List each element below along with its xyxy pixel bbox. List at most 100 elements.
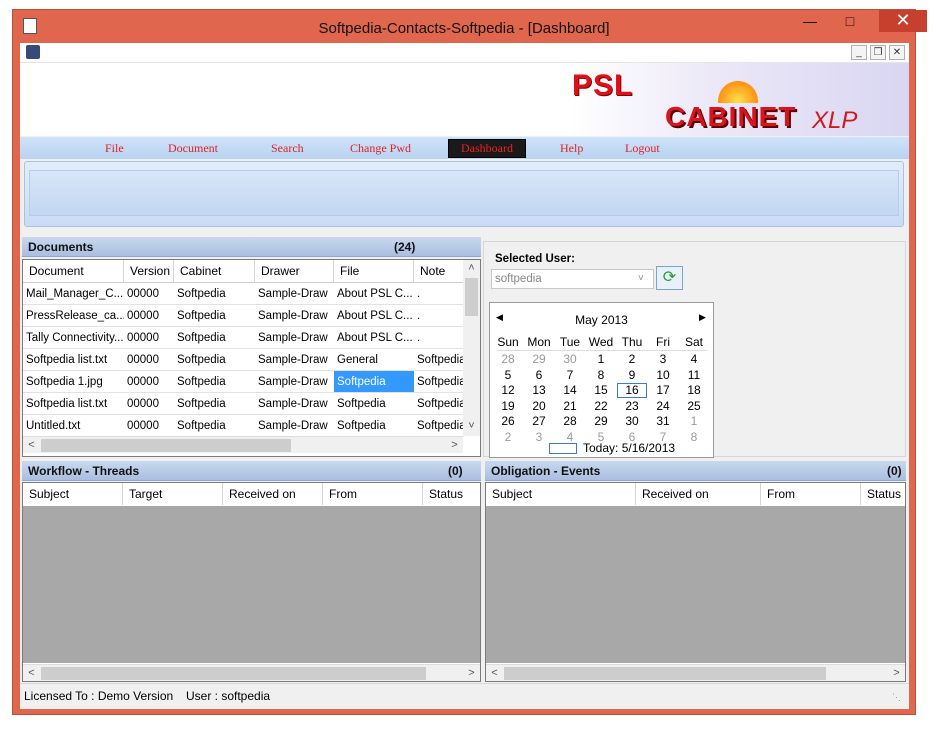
calendar-day[interactable]: 30 bbox=[555, 352, 585, 367]
menu-search[interactable]: Search bbox=[271, 141, 304, 156]
menu-change-pwd[interactable]: Change Pwd bbox=[350, 141, 411, 156]
calendar-day[interactable]: 2 bbox=[493, 430, 523, 445]
ob-col-received[interactable]: Received on bbox=[636, 483, 761, 505]
calendar-day[interactable]: 27 bbox=[524, 414, 554, 429]
scroll-down-icon[interactable]: ˅ bbox=[463, 418, 480, 435]
table-cell[interactable]: 00000 bbox=[124, 283, 174, 305]
col-cabinet[interactable]: Cabinet bbox=[174, 260, 255, 282]
table-cell[interactable]: Softpedia bbox=[414, 349, 464, 371]
menu-dashboard[interactable]: Dashboard bbox=[448, 139, 526, 158]
table-cell[interactable]: Sample-Draw bbox=[255, 393, 334, 415]
menu-logout[interactable]: Logout bbox=[625, 141, 660, 156]
table-cell[interactable]: About PSL C... bbox=[334, 305, 414, 327]
calendar-day[interactable]: 11 bbox=[679, 368, 709, 383]
calendar-day[interactable]: 10 bbox=[648, 368, 678, 383]
table-cell[interactable]: Sample-Draw bbox=[255, 305, 334, 327]
table-cell[interactable]: 00000 bbox=[124, 305, 174, 327]
calendar-day[interactable]: 14 bbox=[555, 383, 585, 398]
scroll-left-icon[interactable]: < bbox=[23, 437, 40, 454]
scroll-right-icon[interactable]: > bbox=[463, 665, 480, 682]
table-cell[interactable]: Softpedia bbox=[174, 349, 255, 371]
wf-col-from[interactable]: From bbox=[323, 483, 423, 505]
table-cell[interactable]: Softpedia list.txt bbox=[23, 349, 124, 371]
table-cell[interactable]: Softpedia bbox=[174, 305, 255, 327]
table-cell[interactable]: Sample-Draw bbox=[255, 415, 334, 437]
calendar-day[interactable]: 28 bbox=[493, 352, 523, 367]
calendar-day[interactable]: 20 bbox=[524, 399, 554, 414]
table-row[interactable]: Softpedia 1.jpg 00000 Softpedia Sample-Draw… bbox=[23, 371, 464, 393]
calendar-day[interactable]: 8 bbox=[679, 430, 709, 445]
today-label[interactable]: Today: 5/16/2013 bbox=[583, 441, 675, 455]
table-cell[interactable]: About PSL C... bbox=[334, 327, 414, 349]
calendar-day[interactable]: 19 bbox=[493, 399, 523, 414]
table-row[interactable]: PressRelease_ca... 00000 Softpedia Sample-D… bbox=[23, 305, 464, 327]
table-row[interactable]: Softpedia list.txt 00000 Softpedia Sample-D… bbox=[23, 349, 464, 371]
table-cell[interactable]: 00000 bbox=[124, 415, 174, 437]
table-cell[interactable]: 00000 bbox=[124, 393, 174, 415]
chevron-down-icon[interactable]: ˅ bbox=[638, 270, 644, 288]
child-restore-button[interactable]: ❐ bbox=[870, 45, 886, 60]
scroll-right-icon[interactable]: > bbox=[888, 665, 905, 682]
refresh-icon[interactable]: ⟳ bbox=[656, 266, 683, 290]
table-cell[interactable]: Mail_Manager_C... bbox=[23, 283, 124, 305]
col-version[interactable]: Version bbox=[124, 260, 174, 282]
calendar-day[interactable]: 3 bbox=[648, 352, 678, 367]
menu-document[interactable]: Document bbox=[168, 141, 218, 156]
table-cell[interactable]: Softpedia bbox=[174, 393, 255, 415]
maximize-button[interactable]: □ bbox=[835, 10, 865, 32]
table-cell[interactable]: Tally Connectivity... bbox=[23, 327, 124, 349]
table-cell[interactable]: Softpedia list.txt bbox=[23, 393, 124, 415]
calendar-day[interactable]: 21 bbox=[555, 399, 585, 414]
calendar-day[interactable]: 9 bbox=[617, 368, 647, 383]
table-cell[interactable]: General bbox=[334, 349, 414, 371]
obligation-hscroll[interactable]: < > bbox=[486, 664, 905, 681]
table-cell[interactable]: Softpedia bbox=[334, 393, 414, 415]
table-cell[interactable]: . bbox=[414, 305, 464, 327]
calendar-day[interactable]: 25 bbox=[679, 399, 709, 414]
calendar-day[interactable]: 15 bbox=[586, 383, 616, 398]
table-cell[interactable]: Softpedia bbox=[414, 415, 464, 437]
calendar-day[interactable]: 24 bbox=[648, 399, 678, 414]
calendar-day[interactable]: 4 bbox=[679, 352, 709, 367]
col-file[interactable]: File bbox=[334, 260, 414, 282]
child-window-icon[interactable] bbox=[26, 45, 40, 59]
documents-hscroll[interactable]: < > bbox=[23, 436, 463, 453]
calendar-day[interactable]: 30 bbox=[617, 414, 647, 429]
calendar-day[interactable]: 29 bbox=[524, 352, 554, 367]
col-drawer[interactable]: Drawer bbox=[255, 260, 334, 282]
table-cell[interactable]: Softpedia bbox=[174, 283, 255, 305]
table-cell[interactable]: . bbox=[414, 283, 464, 305]
col-note[interactable]: Note bbox=[414, 260, 464, 282]
minimize-button[interactable]: — bbox=[795, 10, 825, 32]
calendar-day[interactable]: 23 bbox=[617, 399, 647, 414]
wf-col-status[interactable]: Status bbox=[423, 483, 480, 505]
menu-file[interactable]: File bbox=[105, 141, 124, 156]
calendar-day[interactable]: 16 bbox=[617, 383, 647, 398]
table-cell[interactable]: Untitled.txt bbox=[23, 415, 124, 437]
calendar-day[interactable]: 5 bbox=[493, 368, 523, 383]
calendar-day[interactable]: 1 bbox=[679, 414, 709, 429]
table-cell[interactable]: 00000 bbox=[124, 371, 174, 393]
table-row[interactable]: Softpedia list.txt 00000 Softpedia Sample-D… bbox=[23, 393, 464, 415]
documents-vscroll[interactable]: ˄ ˅ bbox=[463, 260, 480, 436]
table-cell[interactable]: Sample-Draw bbox=[255, 327, 334, 349]
table-cell[interactable]: PressRelease_ca... bbox=[23, 305, 124, 327]
table-cell[interactable]: Sample-Draw bbox=[255, 349, 334, 371]
menu-help[interactable]: Help bbox=[560, 141, 583, 156]
scroll-left-icon[interactable]: < bbox=[486, 665, 503, 682]
wf-col-subject[interactable]: Subject bbox=[23, 483, 123, 505]
wf-col-target[interactable]: Target bbox=[123, 483, 223, 505]
table-cell[interactable]: Softpedia bbox=[174, 327, 255, 349]
next-month-icon[interactable]: ▶ bbox=[699, 312, 706, 323]
calendar-day[interactable]: 18 bbox=[679, 383, 709, 398]
close-button[interactable]: ✕ bbox=[879, 10, 927, 32]
table-cell[interactable]: Sample-Draw bbox=[255, 371, 334, 393]
table-row[interactable]: Mail_Manager_C... 00000 Softpedia Sample-Dr… bbox=[23, 283, 464, 305]
table-cell[interactable]: Softpedia bbox=[334, 371, 414, 393]
table-cell[interactable]: Softpedia bbox=[334, 415, 414, 437]
calendar-day[interactable]: 6 bbox=[524, 368, 554, 383]
scroll-left-icon[interactable]: < bbox=[23, 665, 40, 682]
workflow-hscroll[interactable]: < > bbox=[23, 664, 480, 681]
table-cell[interactable]: 00000 bbox=[124, 349, 174, 371]
table-cell[interactable]: Softpedia 1.jpg bbox=[23, 371, 124, 393]
